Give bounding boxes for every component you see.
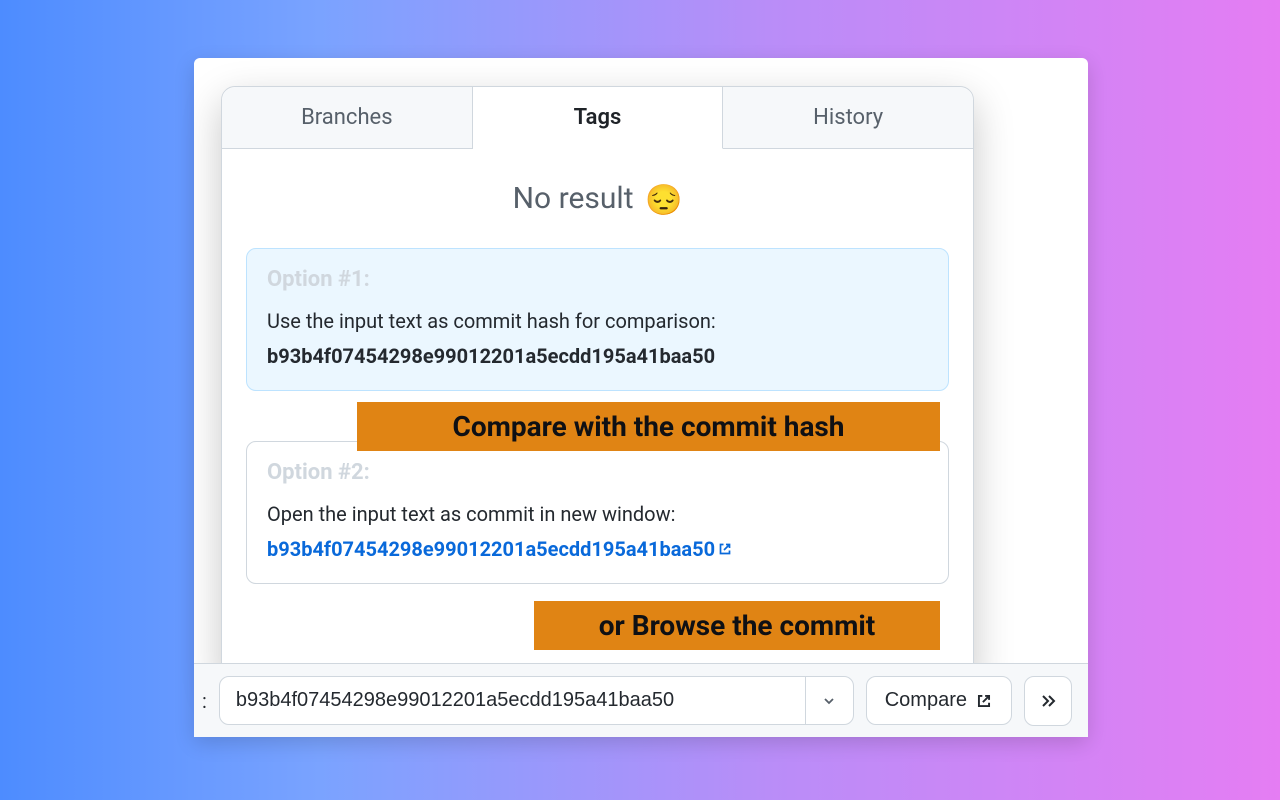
chevron-down-icon — [821, 693, 837, 709]
option-2-card[interactable]: Option #2: Open the input text as commit… — [246, 441, 949, 584]
external-link-icon — [717, 541, 733, 557]
compare-button-label: Compare — [885, 689, 967, 712]
option-1-text: Use the input text as commit hash for co… — [267, 306, 928, 336]
chevron-double-right-icon — [1038, 691, 1058, 711]
ref-input[interactable] — [220, 677, 805, 724]
annotation-1: Compare with the commit hash — [357, 402, 940, 451]
no-result-text: No result — [513, 181, 634, 216]
more-button[interactable] — [1024, 676, 1072, 726]
ref-picker-popup: Branches Tags History No result 😔 Option… — [221, 86, 974, 685]
option-2-hash-text: b93b4f07454298e99012201a5ecdd195a41baa50 — [267, 537, 715, 561]
no-result-message: No result 😔 — [246, 181, 949, 218]
tab-history[interactable]: History — [723, 87, 973, 148]
option-1-hash: b93b4f07454298e99012201a5ecdd195a41baa50 — [267, 344, 928, 368]
external-link-icon — [975, 692, 993, 710]
compare-button[interactable]: Compare — [866, 676, 1012, 725]
tab-tags[interactable]: Tags — [473, 87, 724, 149]
ref-input-group — [219, 676, 854, 725]
annotation-2: or Browse the commit — [534, 601, 940, 650]
leading-colon: : — [202, 689, 207, 713]
ref-dropdown-toggle[interactable] — [805, 677, 853, 724]
option-2-text: Open the input text as commit in new win… — [267, 499, 928, 529]
option-1-card[interactable]: Option #1: Use the input text as commit … — [246, 248, 949, 391]
compare-toolbar: : Compare — [194, 663, 1088, 737]
option-2-hash-link[interactable]: b93b4f07454298e99012201a5ecdd195a41baa50 — [267, 537, 733, 561]
option-2-title: Option #2: — [267, 460, 928, 485]
tabs: Branches Tags History — [222, 87, 973, 149]
option-1-title: Option #1: — [267, 267, 928, 292]
pensive-face-icon: 😔 — [645, 183, 682, 218]
tab-branches[interactable]: Branches — [222, 87, 473, 148]
